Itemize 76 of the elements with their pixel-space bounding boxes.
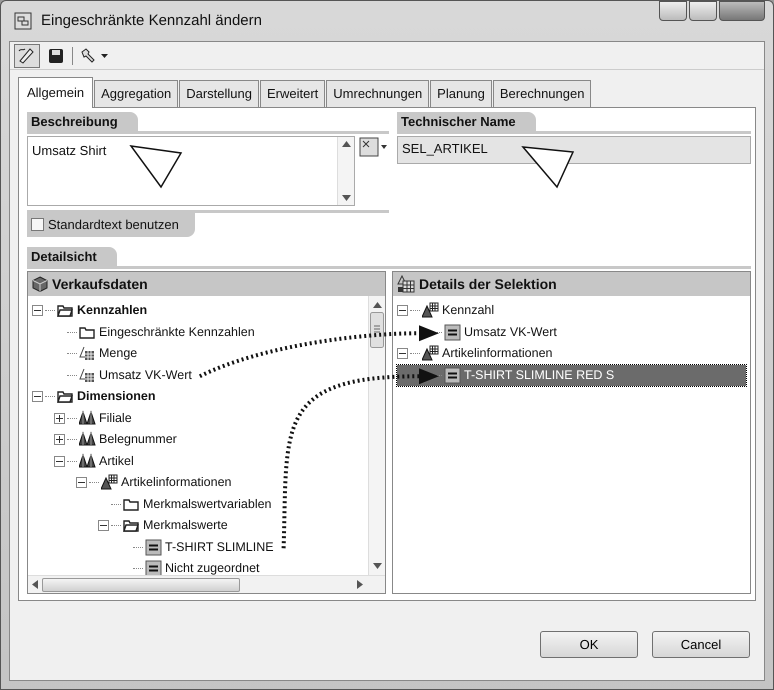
expander-icon[interactable] — [98, 520, 109, 532]
tree-item[interactable]: Menge — [96, 344, 140, 364]
tab[interactable]: Erweitert — [260, 80, 326, 106]
expander-icon[interactable] — [32, 391, 43, 402]
tree-item[interactable]: Artikelinformationen — [118, 473, 234, 492]
checkbox[interactable] — [31, 218, 44, 232]
caret-icon — [101, 54, 108, 58]
tree-item[interactable]: Belegnummer — [96, 430, 180, 450]
maximize-button[interactable] — [689, 1, 717, 21]
value-icon — [145, 538, 162, 556]
tab[interactable]: Allgemein — [18, 77, 94, 108]
tree-item[interactable]: Eingeschränkte Kennzahlen — [96, 322, 258, 342]
panel-title: Details der Selektion — [419, 274, 557, 294]
expander-icon[interactable] — [397, 348, 408, 360]
tab[interactable]: Planung — [430, 80, 492, 106]
expander-icon[interactable] — [54, 456, 65, 467]
value-icon — [145, 560, 162, 575]
tree-item[interactable]: Nicht zugeordnet — [162, 559, 263, 575]
tree-item[interactable]: Dimensionen — [74, 387, 158, 406]
minimize-button[interactable] — [659, 1, 687, 21]
tree-item[interactable]: Filiale — [96, 408, 135, 428]
tree-item[interactable]: Artikel — [96, 452, 137, 471]
value-icon — [444, 324, 461, 341]
selection-grid-icon — [397, 275, 415, 293]
expander-icon[interactable] — [397, 305, 408, 316]
expander-icon[interactable] — [76, 477, 87, 488]
checkbox-label: Standardtext benutzen — [48, 216, 179, 234]
tree-item[interactable]: Kennzahlen — [74, 301, 150, 320]
group-heading: Beschreibung — [27, 112, 138, 131]
text-options-icon[interactable] — [359, 136, 389, 158]
callout-arrow — [521, 146, 574, 188]
dialog-button[interactable]: Cancel — [652, 631, 750, 658]
key-figure-icon — [79, 345, 96, 362]
tree-item[interactable]: Umsatz VK-Wert — [461, 322, 560, 342]
scroll-left-icon[interactable] — [32, 580, 38, 589]
close-button[interactable] — [719, 1, 765, 21]
scroll-thumb[interactable] — [42, 578, 240, 592]
scroll-down-icon[interactable] — [342, 195, 350, 201]
scroll-thumb-icon[interactable] — [370, 312, 384, 348]
callout-arrow — [129, 145, 182, 188]
tree-item[interactable]: Kennzahl — [439, 301, 498, 320]
scroll-up-icon[interactable] — [372, 302, 382, 308]
structure-icon — [422, 345, 439, 362]
expander-icon[interactable] — [32, 305, 43, 316]
group-heading: Technischer Name — [397, 112, 536, 131]
dialog-icon — [13, 11, 33, 31]
structure-icon — [422, 302, 439, 320]
structure-icon — [101, 474, 118, 492]
tree-item[interactable]: T-SHIRT SLIMLINE RED S — [397, 364, 746, 386]
scroll-up-icon[interactable] — [342, 141, 350, 147]
panel-title: Verkaufsdaten — [52, 274, 148, 294]
tree-item[interactable]: Artikelinformationen — [439, 344, 556, 364]
tab[interactable]: Darstellung — [179, 80, 259, 106]
value-icon — [444, 366, 461, 384]
cube-icon — [32, 276, 48, 292]
expander-icon[interactable] — [54, 412, 65, 424]
scroll-right-icon[interactable] — [357, 580, 363, 589]
dialog-button[interactable]: OK — [540, 631, 638, 658]
pyramid-icon — [79, 431, 96, 448]
tree-item[interactable]: Umsatz VK-Wert — [96, 366, 195, 385]
description-field[interactable]: Umsatz Shirt — [27, 136, 355, 206]
pyramid-icon — [79, 452, 96, 470]
scroll-down-icon[interactable] — [372, 563, 382, 569]
group-heading: Detailsicht — [27, 246, 117, 266]
window-title: Eingeschränkte Kennzahl ändern — [41, 10, 262, 31]
key-figure-icon — [79, 366, 96, 384]
tab[interactable]: Aggregation — [94, 80, 178, 106]
tree-item[interactable]: Merkmalswertvariablen — [140, 494, 275, 514]
pyramid-icon — [79, 410, 96, 427]
technical-name-field[interactable]: SEL_ARTIKEL — [397, 136, 751, 164]
toolbar-button[interactable] — [14, 44, 40, 68]
expander-icon[interactable] — [54, 434, 65, 446]
tab[interactable]: Berechnungen — [492, 80, 592, 106]
tree-item[interactable]: T-SHIRT SLIMLINE — [162, 538, 277, 557]
tab[interactable]: Umrechnungen — [326, 80, 430, 106]
tree-item[interactable]: Merkmalswerte — [140, 516, 231, 536]
